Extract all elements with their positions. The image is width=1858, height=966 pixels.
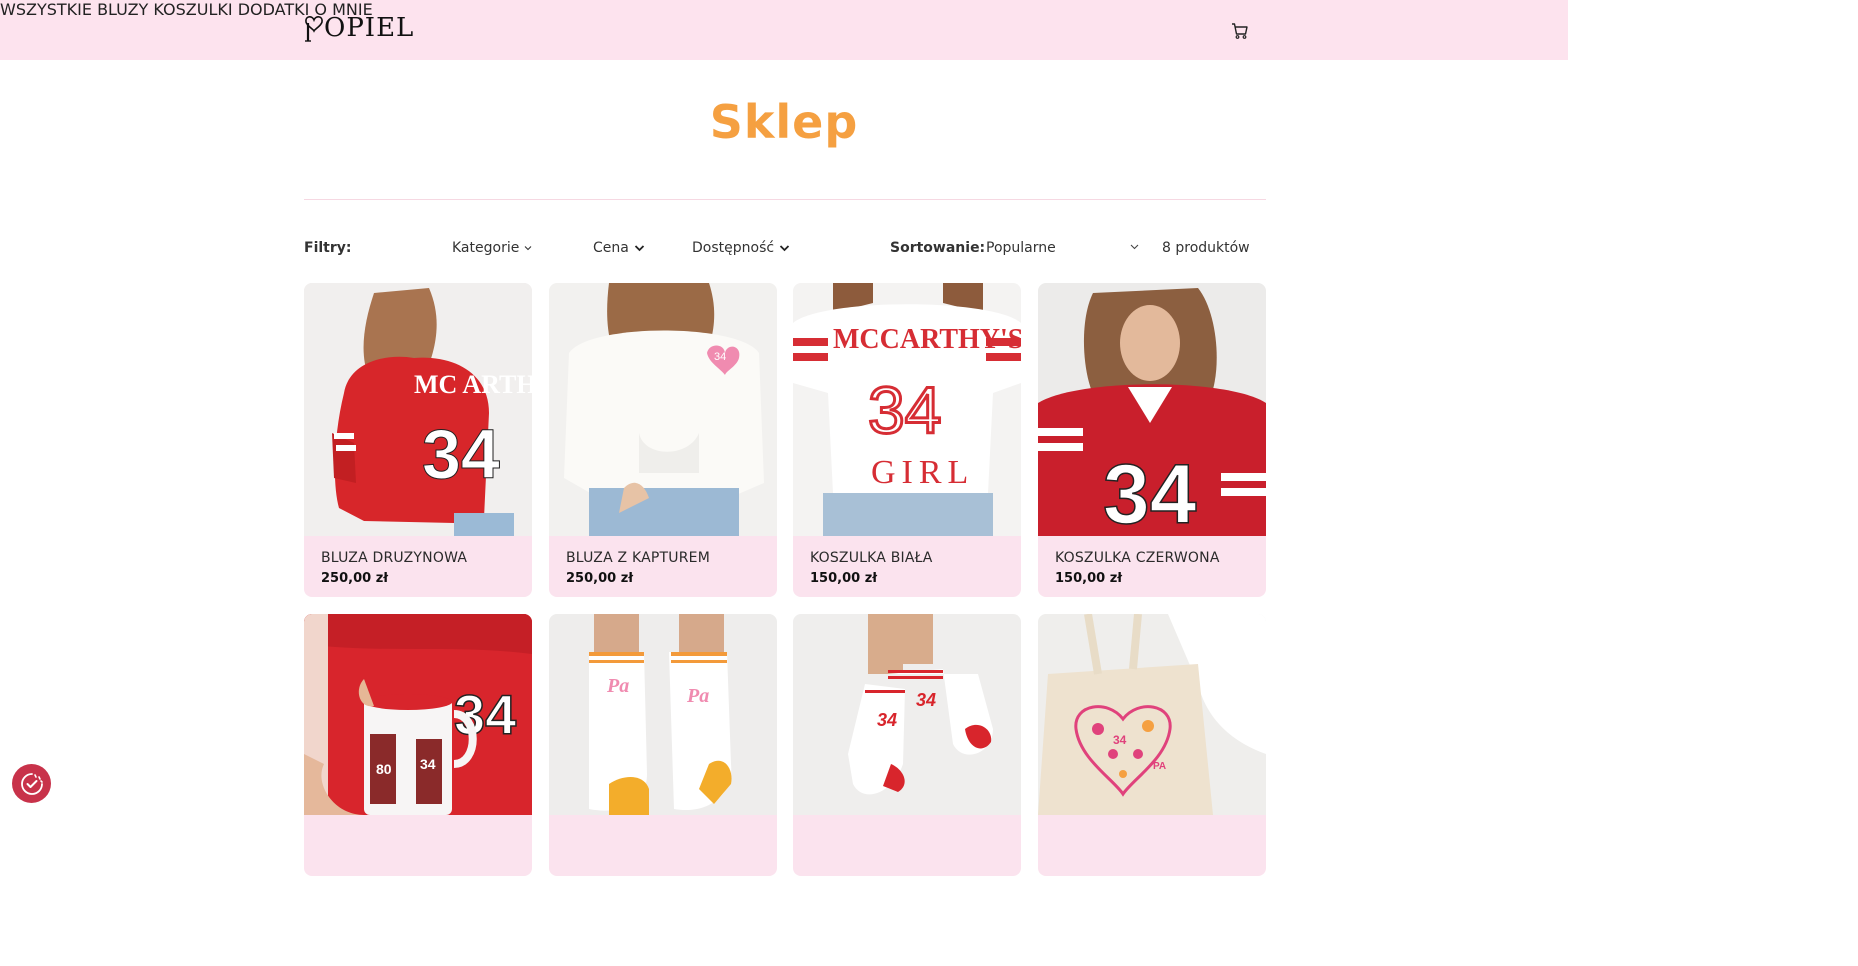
- svg-text:34: 34: [877, 710, 897, 730]
- product-card[interactable]: 34 BLUZA Z KAPTUREM 250,00 zł: [549, 283, 777, 597]
- nav-link-koszulki[interactable]: KOSZULKI: [153, 0, 232, 19]
- cart-icon[interactable]: [1231, 22, 1249, 40]
- filter-kategorie-label: Kategorie: [452, 240, 520, 256]
- top-navigation-bar: OPIEL WSZYSTKIE BLUZY KOSZULKI DODATKI O…: [0, 0, 1568, 60]
- product-name[interactable]: BLUZA Z KAPTUREM: [566, 549, 760, 567]
- svg-text:MCCARTHY'S: MCCARTHY'S: [833, 324, 1021, 355]
- product-card[interactable]: MCCARTHY'S 34 GIRL KOSZULKA BIAŁA 150,00…: [793, 283, 1021, 597]
- main-nav: WSZYSTKIE BLUZY KOSZULKI DODATKI O MNIE: [0, 0, 1568, 19]
- logo-text: OPIEL: [324, 13, 415, 43]
- nav-link-wszystkie[interactable]: WSZYSTKIE: [0, 0, 92, 19]
- svg-text:34: 34: [714, 351, 726, 363]
- sort-select[interactable]: Popularne: [978, 236, 1143, 260]
- product-image[interactable]: 34 PA: [1038, 614, 1266, 815]
- product-info: [1038, 815, 1266, 876]
- cookie-check-icon: [20, 772, 43, 795]
- svg-text:80: 80: [376, 761, 392, 777]
- svg-text:Pa: Pa: [686, 685, 709, 707]
- product-card[interactable]: Pa Pa: [549, 614, 777, 876]
- product-info: KOSZULKA CZERWONA 150,00 zł: [1038, 536, 1266, 597]
- svg-text:GIRL: GIRL: [871, 454, 974, 491]
- svg-text:34: 34: [1113, 733, 1127, 747]
- sort-select-value: Popularne: [986, 240, 1056, 256]
- product-image[interactable]: 34: [1038, 283, 1266, 536]
- page-title: Sklep: [709, 95, 859, 149]
- svg-text:Pa: Pa: [606, 675, 629, 697]
- title-divider: [304, 199, 1266, 200]
- nav-link-dodatki[interactable]: DODATKI: [238, 0, 310, 19]
- product-info: [793, 815, 1021, 876]
- product-image[interactable]: 34 34: [793, 614, 1021, 815]
- product-name[interactable]: BLUZA DRUZYNOWA: [321, 549, 515, 567]
- filters-label: Filtry:: [304, 240, 352, 256]
- svg-text:34: 34: [420, 756, 436, 772]
- filter-cena-label: Cena: [593, 240, 629, 256]
- product-card[interactable]: MC ARTH 34 BLUZA DRUZYNOWA 250,00 zł: [304, 283, 532, 597]
- product-name[interactable]: KOSZULKA BIAŁA: [810, 549, 1004, 567]
- product-info: BLUZA DRUZYNOWA 250,00 zł: [304, 536, 532, 597]
- product-card[interactable]: 34 80 34: [304, 614, 532, 876]
- product-image[interactable]: 34: [549, 283, 777, 536]
- logo-heart-icon: [305, 16, 323, 42]
- svg-text:MC ARTH: MC ARTH: [414, 370, 532, 399]
- filter-dostepnosc[interactable]: Dostępność: [692, 239, 790, 257]
- product-name[interactable]: KOSZULKA CZERWONA: [1055, 549, 1249, 567]
- product-info: BLUZA Z KAPTUREM 250,00 zł: [549, 536, 777, 597]
- sort-label: Sortowanie:: [890, 240, 986, 256]
- logo[interactable]: OPIEL: [304, 13, 414, 43]
- product-price: 150,00 zł: [1055, 571, 1123, 586]
- chevron-down-icon: [524, 246, 532, 251]
- chevron-down-icon: [779, 245, 790, 252]
- product-card[interactable]: 34 KOSZULKA CZERWONA 150,00 zł: [1038, 283, 1266, 597]
- filter-dostepnosc-label: Dostępność: [692, 240, 775, 256]
- product-image[interactable]: 34 80 34: [304, 614, 532, 815]
- filter-cena[interactable]: Cena: [593, 239, 645, 257]
- product-card[interactable]: 34 PA: [1038, 614, 1266, 876]
- product-image[interactable]: Pa Pa: [549, 614, 777, 815]
- product-info: [304, 815, 532, 876]
- product-count: 8 produktów: [1162, 240, 1250, 256]
- product-image[interactable]: MCCARTHY'S 34 GIRL: [793, 283, 1021, 536]
- product-info: KOSZULKA BIAŁA 150,00 zł: [793, 536, 1021, 597]
- product-price: 250,00 zł: [321, 571, 389, 586]
- nav-link-bluzy[interactable]: BLUZY: [97, 0, 148, 19]
- product-price: 250,00 zł: [566, 571, 634, 586]
- product-price: 150,00 zł: [810, 571, 878, 586]
- product-info: [549, 815, 777, 876]
- product-card[interactable]: 34 34: [793, 614, 1021, 876]
- svg-text:34: 34: [422, 415, 500, 493]
- filter-kategorie[interactable]: Kategorie: [452, 239, 532, 257]
- svg-text:34: 34: [868, 373, 941, 447]
- chevron-down-icon: [634, 245, 644, 252]
- cookie-consent-button[interactable]: [12, 764, 51, 803]
- svg-text:34: 34: [916, 690, 936, 710]
- chevron-down-icon: [1130, 244, 1139, 250]
- svg-text:34: 34: [1103, 447, 1197, 536]
- product-image[interactable]: MC ARTH 34: [304, 283, 532, 536]
- svg-text:PA: PA: [1153, 761, 1166, 772]
